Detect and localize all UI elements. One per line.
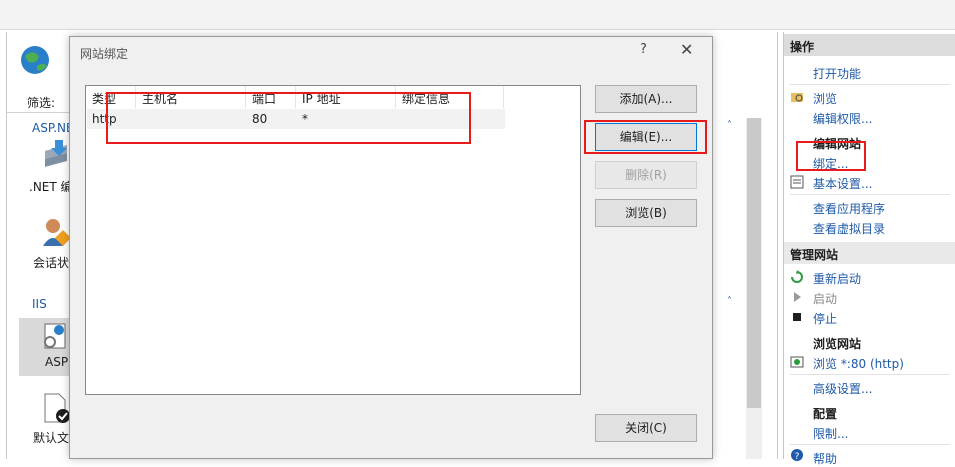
default-document-icon: [44, 393, 70, 423]
group-iis[interactable]: IIS: [32, 297, 47, 311]
globe-icon: [21, 46, 49, 74]
scrollbar-thumb[interactable]: [747, 118, 761, 408]
config-heading: 配置: [813, 407, 838, 421]
browse-button[interactable]: 浏览(B): [595, 199, 697, 227]
cell-type: http: [92, 112, 117, 126]
actions-panel: 操作 打开功能 浏览 编辑权限... 编辑网站 绑定... 基本设置... 查看…: [783, 32, 955, 466]
collapse-up-icon[interactable]: ˄: [727, 120, 732, 131]
asp-icon: [44, 323, 66, 349]
start-link[interactable]: 启动: [813, 290, 837, 307]
limits-link[interactable]: 限制...: [813, 425, 848, 442]
divider: [790, 84, 950, 85]
edit-button[interactable]: 编辑(E)...: [595, 123, 697, 151]
cell-ip: *: [302, 112, 308, 126]
column-header-port[interactable]: 端口: [246, 86, 296, 108]
svg-text:?: ?: [795, 452, 800, 462]
stop-icon: [793, 313, 801, 321]
view-virtual-directories-link[interactable]: 查看虚拟目录: [813, 220, 885, 237]
dialog-title: 网站绑定: [80, 47, 129, 61]
browse-site-heading: 浏览网站: [813, 337, 862, 351]
cell-port: 80: [252, 112, 268, 126]
explore-folder-icon: [791, 93, 803, 102]
add-button[interactable]: 添加(A)...: [595, 85, 697, 113]
open-feature-link[interactable]: 打开功能: [813, 65, 861, 82]
bindings-link[interactable]: 绑定...: [813, 155, 848, 172]
help-icon[interactable]: ?: [640, 42, 647, 57]
bindings-list[interactable]: 类型 主机名 端口 IP 地址 绑定信息 http 80 *: [85, 85, 581, 395]
item-default-document[interactable]: 默认文: [33, 429, 69, 446]
content-panel: [712, 32, 778, 459]
basic-settings-icon: [790, 175, 804, 189]
explore-link[interactable]: 浏览: [813, 90, 837, 107]
collapse-up-icon-2[interactable]: ˄: [727, 296, 732, 307]
browse-icon: [790, 356, 804, 368]
close-icon[interactable]: ✕: [680, 40, 693, 59]
column-header-hostname[interactable]: 主机名: [136, 86, 246, 108]
divider: [790, 444, 950, 445]
item-session-state[interactable]: 会话状: [33, 254, 69, 271]
site-bindings-dialog: 网站绑定 ? ✕ 类型 主机名 端口 IP 地址 绑定信息 http 80 * …: [69, 36, 713, 459]
stop-link[interactable]: 停止: [813, 310, 837, 327]
item-dotnet[interactable]: .NET 编: [29, 178, 73, 195]
restart-icon: [791, 270, 803, 283]
remove-button[interactable]: 删除(R): [595, 161, 697, 189]
divider: [790, 194, 950, 195]
manage-site-header: 管理网站: [784, 242, 955, 264]
column-header-ip[interactable]: IP 地址: [296, 86, 396, 108]
advanced-settings-link[interactable]: 高级设置...: [813, 380, 872, 397]
edit-site-heading: 编辑网站: [813, 137, 862, 151]
features-panel: 筛选: ASP.NE .NET 编 会话状 IIS ASP 默认文: [6, 32, 77, 459]
filter-label: 筛选:: [27, 96, 56, 110]
column-header-type[interactable]: 类型: [86, 86, 136, 108]
column-header-binding-info[interactable]: 绑定信息: [396, 86, 504, 108]
help-icon: ?: [791, 449, 803, 462]
close-button[interactable]: 关闭(C): [595, 414, 697, 442]
item-asp[interactable]: ASP: [45, 355, 68, 369]
restart-link[interactable]: 重新启动: [813, 270, 861, 287]
browse-port-80-link[interactable]: 浏览 *:80 (http): [813, 355, 904, 372]
actions-header: 操作: [784, 34, 955, 56]
divider: [7, 112, 77, 113]
table-row[interactable]: [87, 109, 505, 129]
group-aspnet[interactable]: ASP.NE: [32, 121, 74, 135]
edit-permissions-link[interactable]: 编辑权限...: [813, 110, 872, 127]
view-applications-link[interactable]: 查看应用程序: [813, 200, 885, 217]
basic-settings-link[interactable]: 基本设置...: [813, 175, 872, 192]
window-top-strip: [0, 0, 955, 30]
start-icon: [794, 292, 801, 302]
divider: [790, 374, 950, 375]
